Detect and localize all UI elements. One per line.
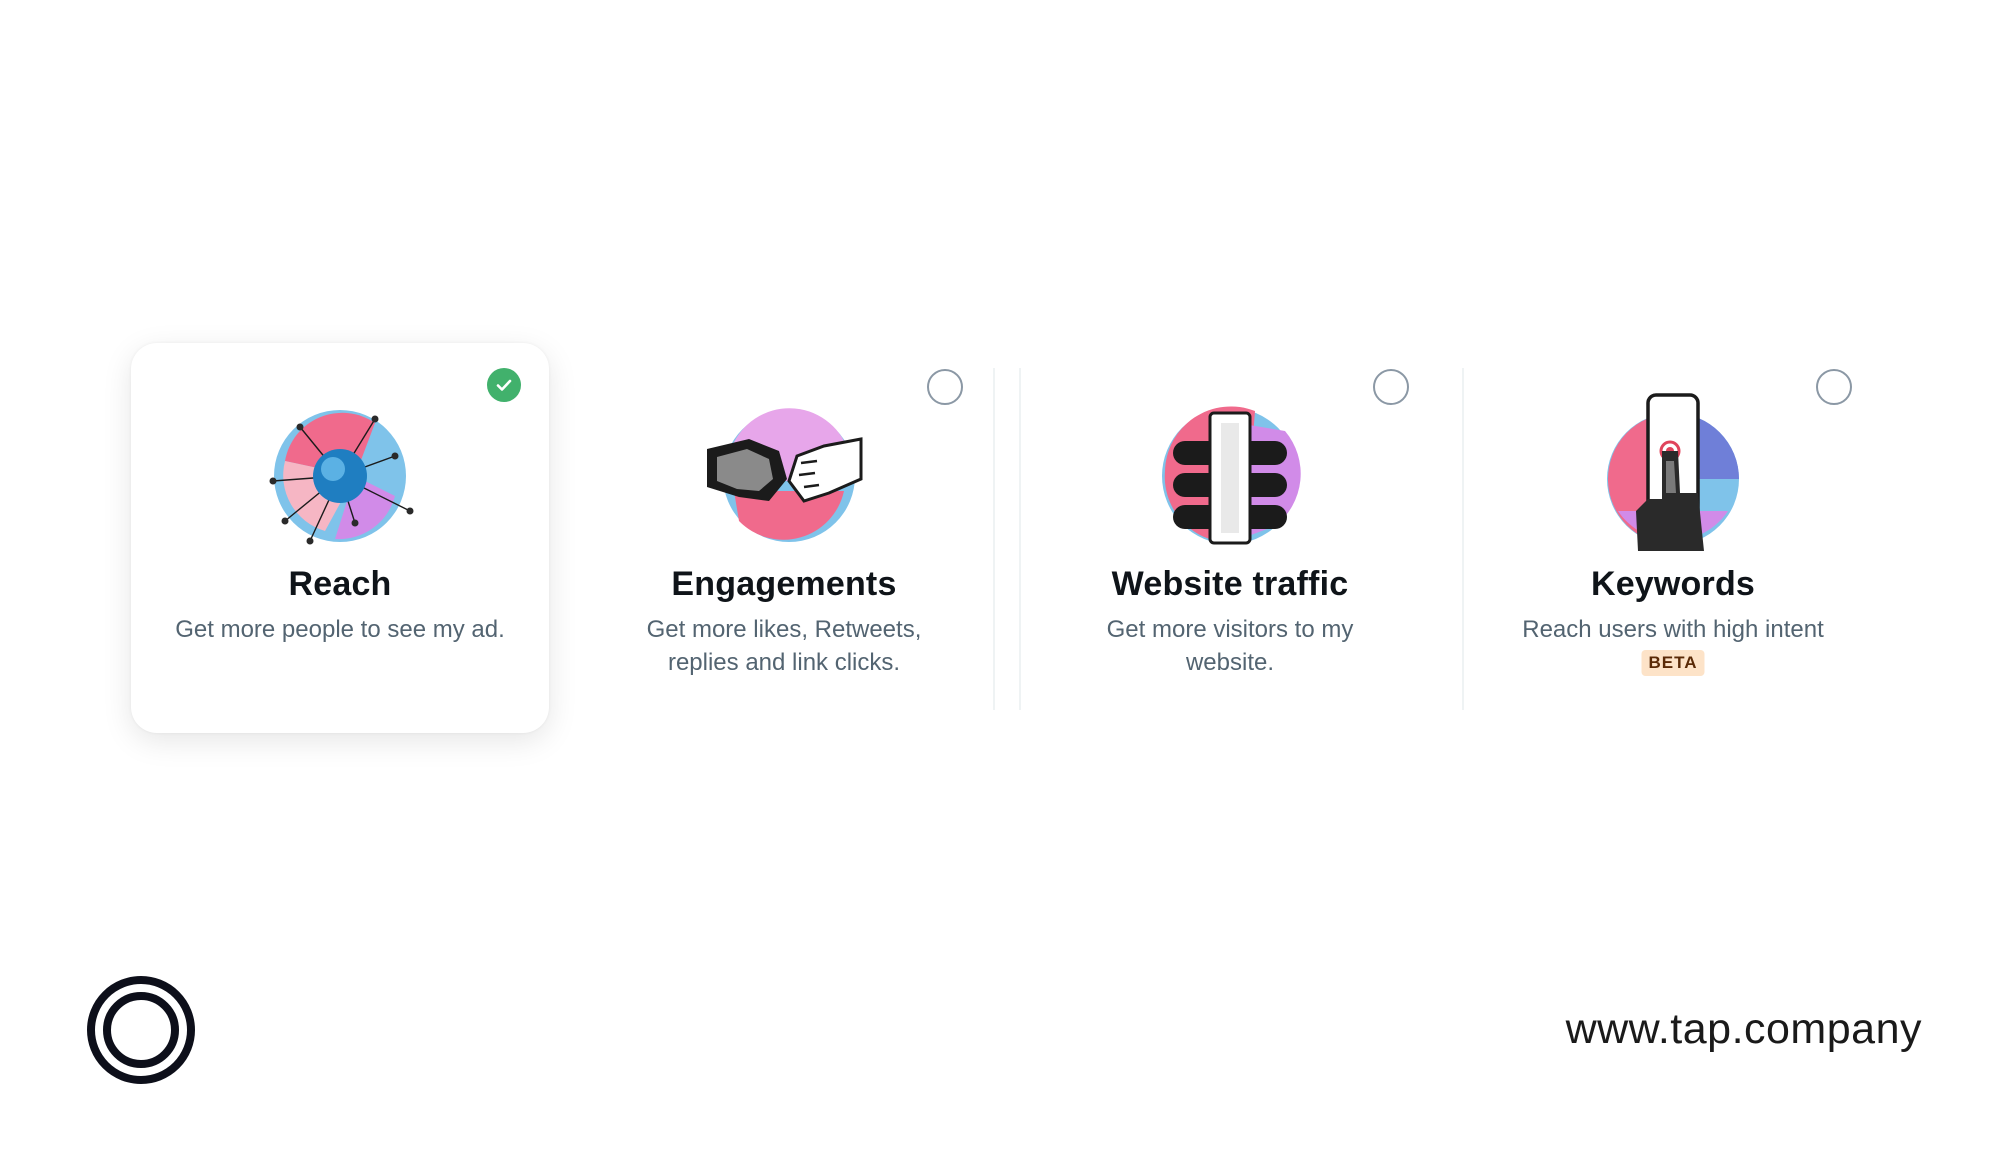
card-title: Reach <box>288 565 392 603</box>
beta-badge: BETA <box>1641 650 1705 676</box>
divider <box>993 368 995 710</box>
selected-check-icon[interactable] <box>487 368 521 402</box>
card-title: Engagements <box>671 565 897 603</box>
fist-bump-icon <box>707 401 863 551</box>
objective-card-keywords[interactable]: Keywords Reach users with high intent BE… <box>1464 343 1882 733</box>
card-title: Keywords <box>1590 565 1756 603</box>
card-description: Get more people to see my ad. <box>175 616 505 643</box>
finger-tap-phone-icon <box>1598 393 1748 551</box>
card-description: Reach users with high intent <box>1522 616 1824 643</box>
traffic-light-icon <box>1155 401 1305 551</box>
objective-card-website-traffic[interactable]: Website traffic Get more visitors to my … <box>1021 343 1439 733</box>
card-description: Get more visitors to my website. <box>1106 616 1354 676</box>
radio-button[interactable] <box>927 369 963 405</box>
card-title: Website traffic <box>1111 565 1349 603</box>
footer-url[interactable]: www.tap.company <box>1566 1005 1922 1054</box>
tap-ring-logo <box>86 975 196 1085</box>
radio-button[interactable] <box>1373 369 1409 405</box>
card-description: Get more likes, Retweets, replies and li… <box>646 616 922 676</box>
reach-network-globe-icon <box>265 401 415 551</box>
radio-button[interactable] <box>1816 369 1852 405</box>
objective-card-reach[interactable]: Reach Get more people to see my ad. <box>131 343 549 733</box>
objective-card-engagements[interactable]: Engagements Get more likes, Retweets, re… <box>575 343 993 733</box>
